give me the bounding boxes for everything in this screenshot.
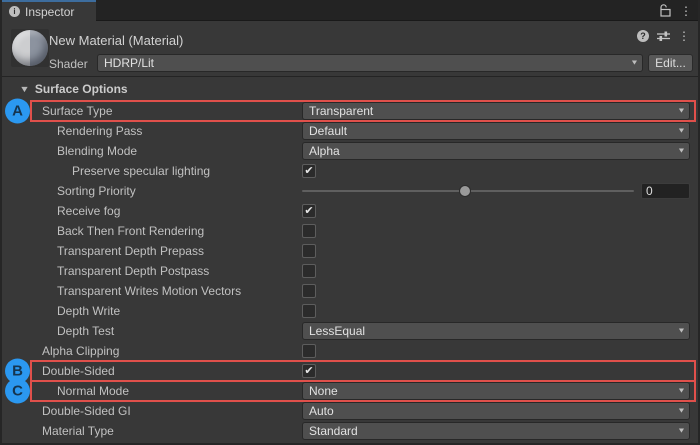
kebab-menu-icon[interactable]: ⋮: [680, 5, 692, 17]
slider-track[interactable]: [302, 190, 634, 192]
sorting-priority-slider: 0: [302, 182, 690, 200]
property-label: Alpha Clipping: [42, 344, 119, 358]
property-label: Preserve specular lighting: [72, 164, 210, 178]
chevron-down-icon: ▼: [677, 108, 686, 115]
shader-dropdown-value: HDRP/Lit: [104, 56, 154, 70]
transparent-writes-motion-vectors-checkbox[interactable]: [302, 284, 316, 298]
material-type-dropdown[interactable]: Standard ▼: [302, 422, 690, 440]
transparent-depth-prepass-checkbox[interactable]: [302, 244, 316, 258]
dropdown-value: Transparent: [309, 104, 373, 118]
shader-label: Shader: [49, 57, 88, 71]
material-header: New Material (Material) ? ⋮ Shader HDRP/…: [2, 21, 698, 77]
annotation-badge-c: C: [5, 379, 30, 404]
dropdown-value: LessEqual: [309, 324, 365, 338]
property-label: Depth Test: [57, 324, 114, 338]
chevron-down-icon: ▼: [677, 328, 686, 335]
property-label: Rendering Pass: [57, 124, 142, 138]
property-label: Normal Mode: [57, 384, 129, 398]
surface-type-dropdown[interactable]: Transparent ▼: [302, 102, 690, 120]
kebab-menu-icon[interactable]: ⋮: [678, 30, 690, 42]
property-label: Receive fog: [57, 204, 120, 218]
material-sphere-thumbnail: [12, 30, 48, 66]
alpha-clipping-checkbox[interactable]: [302, 344, 316, 358]
slider-thumb[interactable]: [460, 186, 470, 196]
back-then-front-rendering-checkbox[interactable]: [302, 224, 316, 238]
property-label: Surface Type: [42, 104, 113, 118]
inspector-window: i Inspector ⋮ New Material (Material) ?: [0, 0, 700, 445]
chevron-down-icon: ▼: [677, 128, 686, 135]
properties-list: Surface Type Transparent ▼ A Rendering Pass D…: [2, 101, 698, 441]
material-preview[interactable]: [11, 29, 49, 67]
chevron-down-icon: ▼: [630, 60, 639, 67]
chevron-down-icon: ▼: [677, 408, 686, 415]
double-sided-checkbox[interactable]: ✔: [302, 364, 316, 378]
property-row-depth-test: Depth Test LessEqual ▼: [2, 321, 698, 341]
depth-test-dropdown[interactable]: LessEqual ▼: [302, 322, 690, 340]
tab-inspector[interactable]: i Inspector: [2, 0, 96, 21]
depth-write-checkbox[interactable]: [302, 304, 316, 318]
rendering-pass-dropdown[interactable]: Default ▼: [302, 122, 690, 140]
chevron-down-icon: ▼: [677, 428, 686, 435]
property-row-preserve-specular-lighting: Preserve specular lighting ✔: [2, 161, 698, 181]
receive-fog-checkbox[interactable]: ✔: [302, 204, 316, 218]
sorting-priority-value-field[interactable]: 0: [641, 183, 690, 199]
dropdown-value: Standard: [309, 424, 358, 438]
tab-bar: i Inspector ⋮: [2, 0, 698, 21]
section-title: Surface Options: [35, 82, 128, 96]
property-row-depth-write: Depth Write: [2, 301, 698, 321]
chevron-down-icon: ▼: [677, 148, 686, 155]
property-label: Depth Write: [57, 304, 120, 318]
property-label: Back Then Front Rendering: [57, 224, 204, 238]
property-row-transparent-depth-prepass: Transparent Depth Prepass: [2, 241, 698, 261]
property-row-double-sided-gi: Double-Sided GI Auto ▼: [2, 401, 698, 421]
property-row-surface-type: Surface Type Transparent ▼ A: [2, 101, 698, 121]
property-row-alpha-clipping: Alpha Clipping: [2, 341, 698, 361]
dropdown-value: Default: [309, 124, 347, 138]
shader-dropdown[interactable]: HDRP/Lit ▼: [97, 54, 643, 72]
property-label: Double-Sided: [42, 364, 115, 378]
property-row-back-then-front-rendering: Back Then Front Rendering: [2, 221, 698, 241]
chevron-down-icon: ▼: [677, 388, 686, 395]
property-row-receive-fog: Receive fog ✔: [2, 201, 698, 221]
unlock-icon[interactable]: [659, 4, 671, 17]
property-row-transparent-depth-postpass: Transparent Depth Postpass: [2, 261, 698, 281]
edit-shader-button[interactable]: Edit...: [648, 54, 693, 72]
normal-mode-dropdown[interactable]: None ▼: [302, 382, 690, 400]
help-icon[interactable]: ?: [637, 30, 649, 42]
property-row-normal-mode: Normal Mode None ▼ C: [2, 381, 698, 401]
transparent-depth-postpass-checkbox[interactable]: [302, 264, 316, 278]
info-icon: i: [9, 6, 20, 17]
property-label: Blending Mode: [57, 144, 137, 158]
tab-label: Inspector: [25, 5, 74, 19]
preset-icon[interactable]: [657, 30, 670, 42]
property-row-blending-mode: Blending Mode Alpha ▼: [2, 141, 698, 161]
annotation-badge-a: A: [5, 99, 30, 124]
property-label: Sorting Priority: [57, 184, 136, 198]
property-row-rendering-pass: Rendering Pass Default ▼: [2, 121, 698, 141]
property-row-material-type: Material Type Standard ▼: [2, 421, 698, 441]
preserve-specular-lighting-checkbox[interactable]: ✔: [302, 164, 316, 178]
dropdown-value: Alpha: [309, 144, 340, 158]
double-sided-gi-dropdown[interactable]: Auto ▼: [302, 402, 690, 420]
property-label: Material Type: [42, 424, 114, 438]
property-label: Transparent Writes Motion Vectors: [57, 284, 241, 298]
property-row-transparent-writes-motion-vectors: Transparent Writes Motion Vectors: [2, 281, 698, 301]
foldout-open-icon[interactable]: ▼: [19, 84, 30, 94]
property-label: Double-Sided GI: [42, 404, 131, 418]
dropdown-value: None: [309, 384, 338, 398]
property-label: Transparent Depth Prepass: [57, 244, 204, 258]
blending-mode-dropdown[interactable]: Alpha ▼: [302, 142, 690, 160]
surface-options-foldout[interactable]: ▼ Surface Options: [2, 77, 698, 101]
dropdown-value: Auto: [309, 404, 334, 418]
property-label: Transparent Depth Postpass: [57, 264, 209, 278]
material-title: New Material (Material): [49, 33, 183, 48]
property-row-double-sided: Double-Sided✔B: [2, 361, 698, 381]
property-row-sorting-priority: Sorting Priority 0: [2, 181, 698, 201]
